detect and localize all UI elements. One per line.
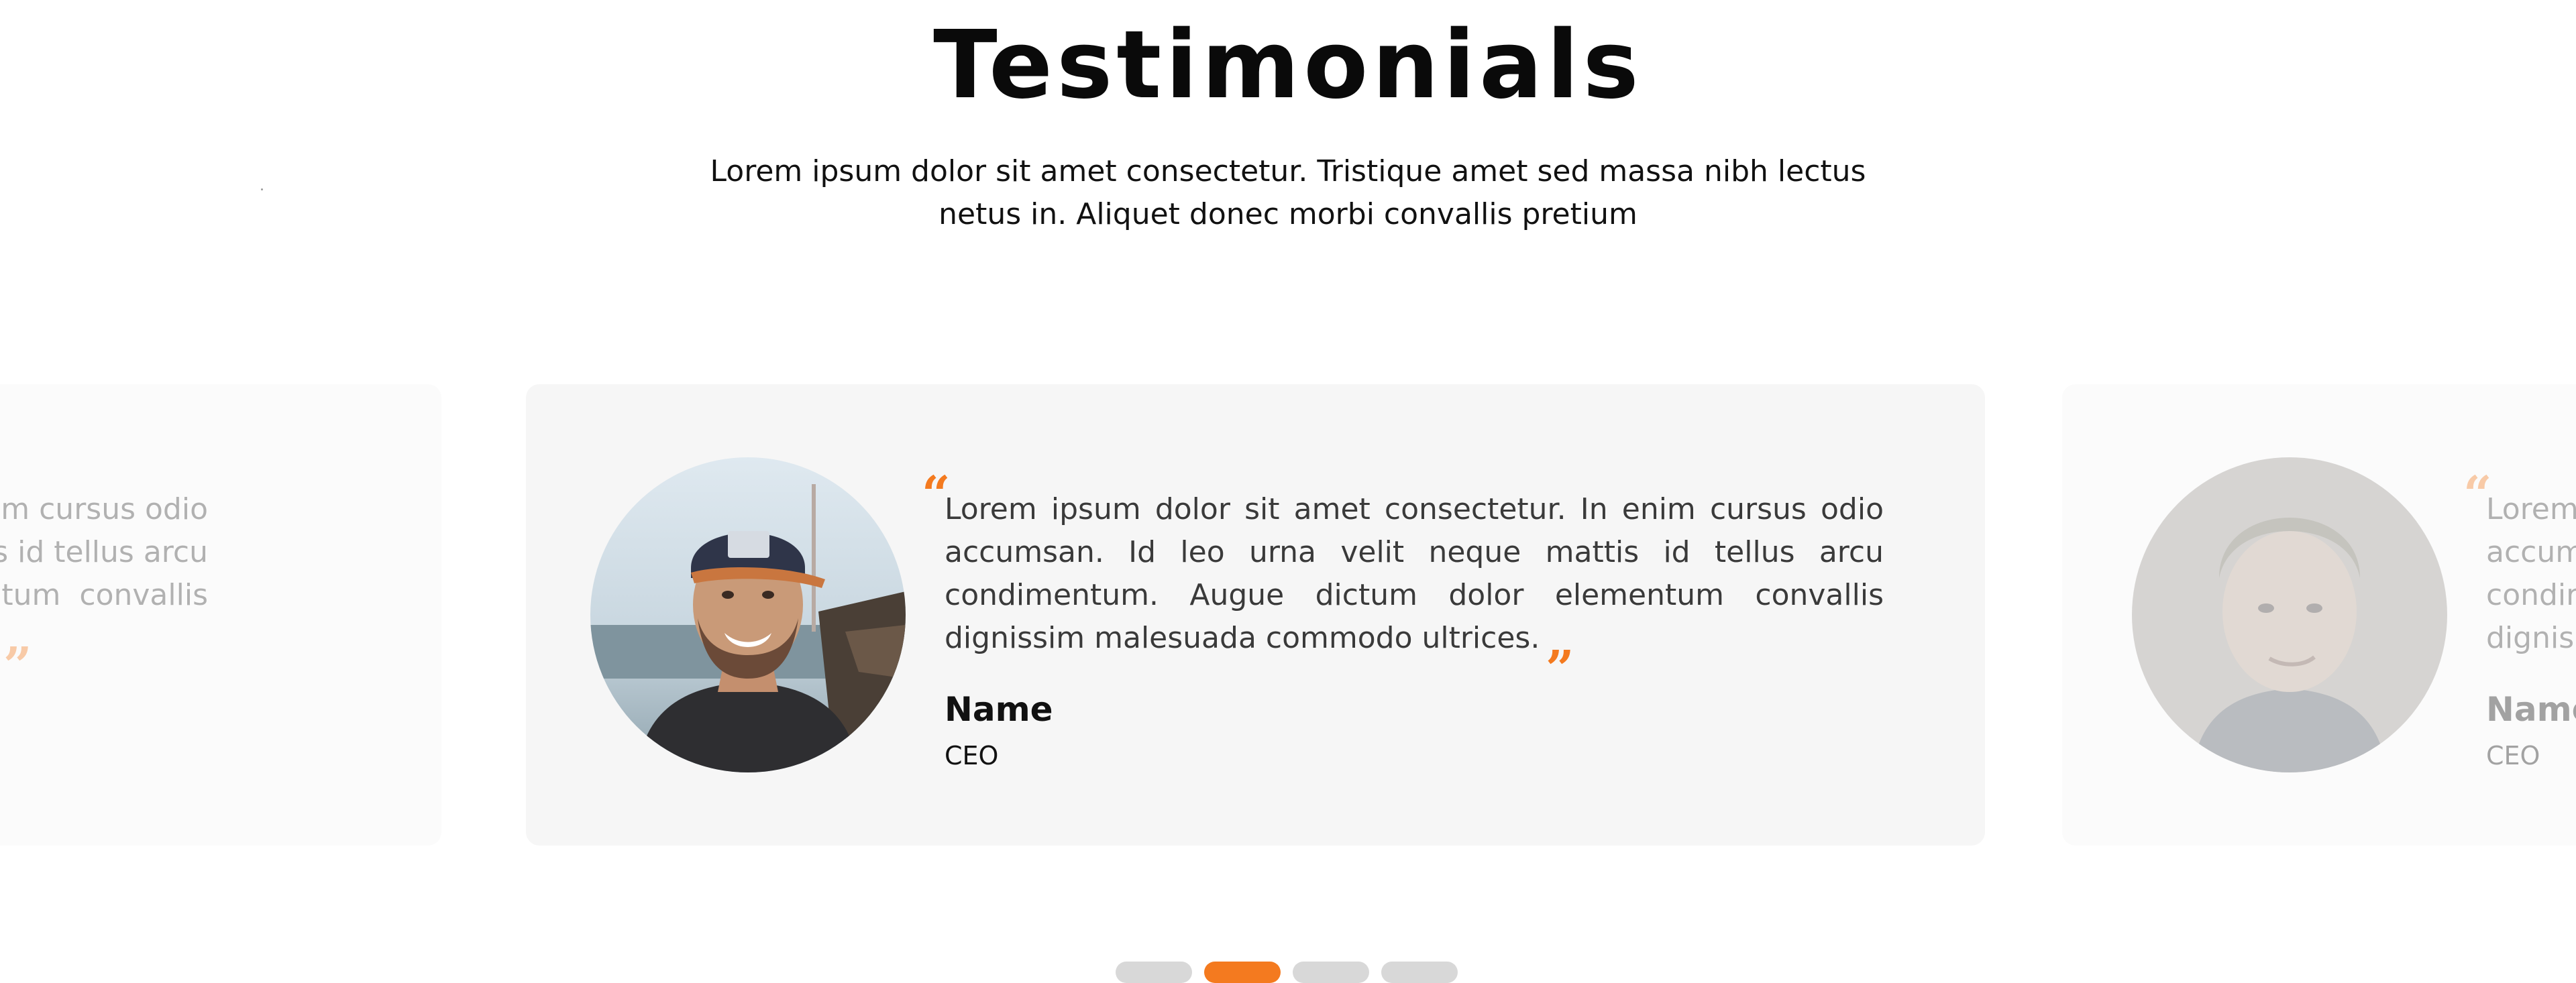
testimonials-section: Testimonials Lorem ipsum dolor sit amet …	[0, 0, 2576, 983]
carousel-pagination	[1116, 962, 1458, 983]
person-name: Name	[945, 690, 1053, 729]
person-role: CEO	[2486, 741, 2540, 770]
testimonial-text: Lorem ipsum dolor sit amet consectetur. …	[945, 492, 1884, 655]
person-name: Name	[2486, 690, 2576, 729]
pagination-dot-2-active[interactable]	[1204, 962, 1281, 983]
close-quote-icon: ”	[1546, 640, 1574, 698]
avatar-photo-young-man	[2132, 457, 2447, 772]
subtitle-line-2: netus in. Aliquet donec morbi convallis …	[938, 197, 1638, 231]
pagination-dot-4[interactable]	[1381, 962, 1458, 983]
testimonial-text: Lorem accum condir dignis	[2486, 492, 2576, 655]
testimonial-card-active: “ Lorem ipsum dolor sit amet consectetur…	[526, 384, 1985, 846]
close-quote-icon: ”	[3, 637, 32, 695]
pagination-dot-1[interactable]	[1116, 962, 1192, 983]
decorative-speck	[261, 188, 263, 190]
avatar	[2132, 457, 2447, 772]
person-role: CEO	[945, 741, 999, 770]
testimonial-card-previous[interactable]: ur. In enim cursus odiomattis id tellus …	[0, 384, 441, 846]
section-title: Testimonials	[933, 11, 1643, 120]
pagination-dot-3[interactable]	[1293, 962, 1369, 983]
avatar-photo-man-cap	[590, 457, 906, 772]
testimonial-card-next[interactable]: “ Loremaccumcondirdignis Name CEO	[2062, 384, 2576, 846]
subtitle-line-1: Lorem ipsum dolor sit amet consectetur. …	[710, 154, 1866, 188]
avatar	[590, 457, 906, 772]
section-subtitle: Lorem ipsum dolor sit amet consectetur. …	[684, 150, 1892, 236]
testimonial-text: ur. In enim cursus odiomattis id tellus …	[0, 492, 208, 612]
